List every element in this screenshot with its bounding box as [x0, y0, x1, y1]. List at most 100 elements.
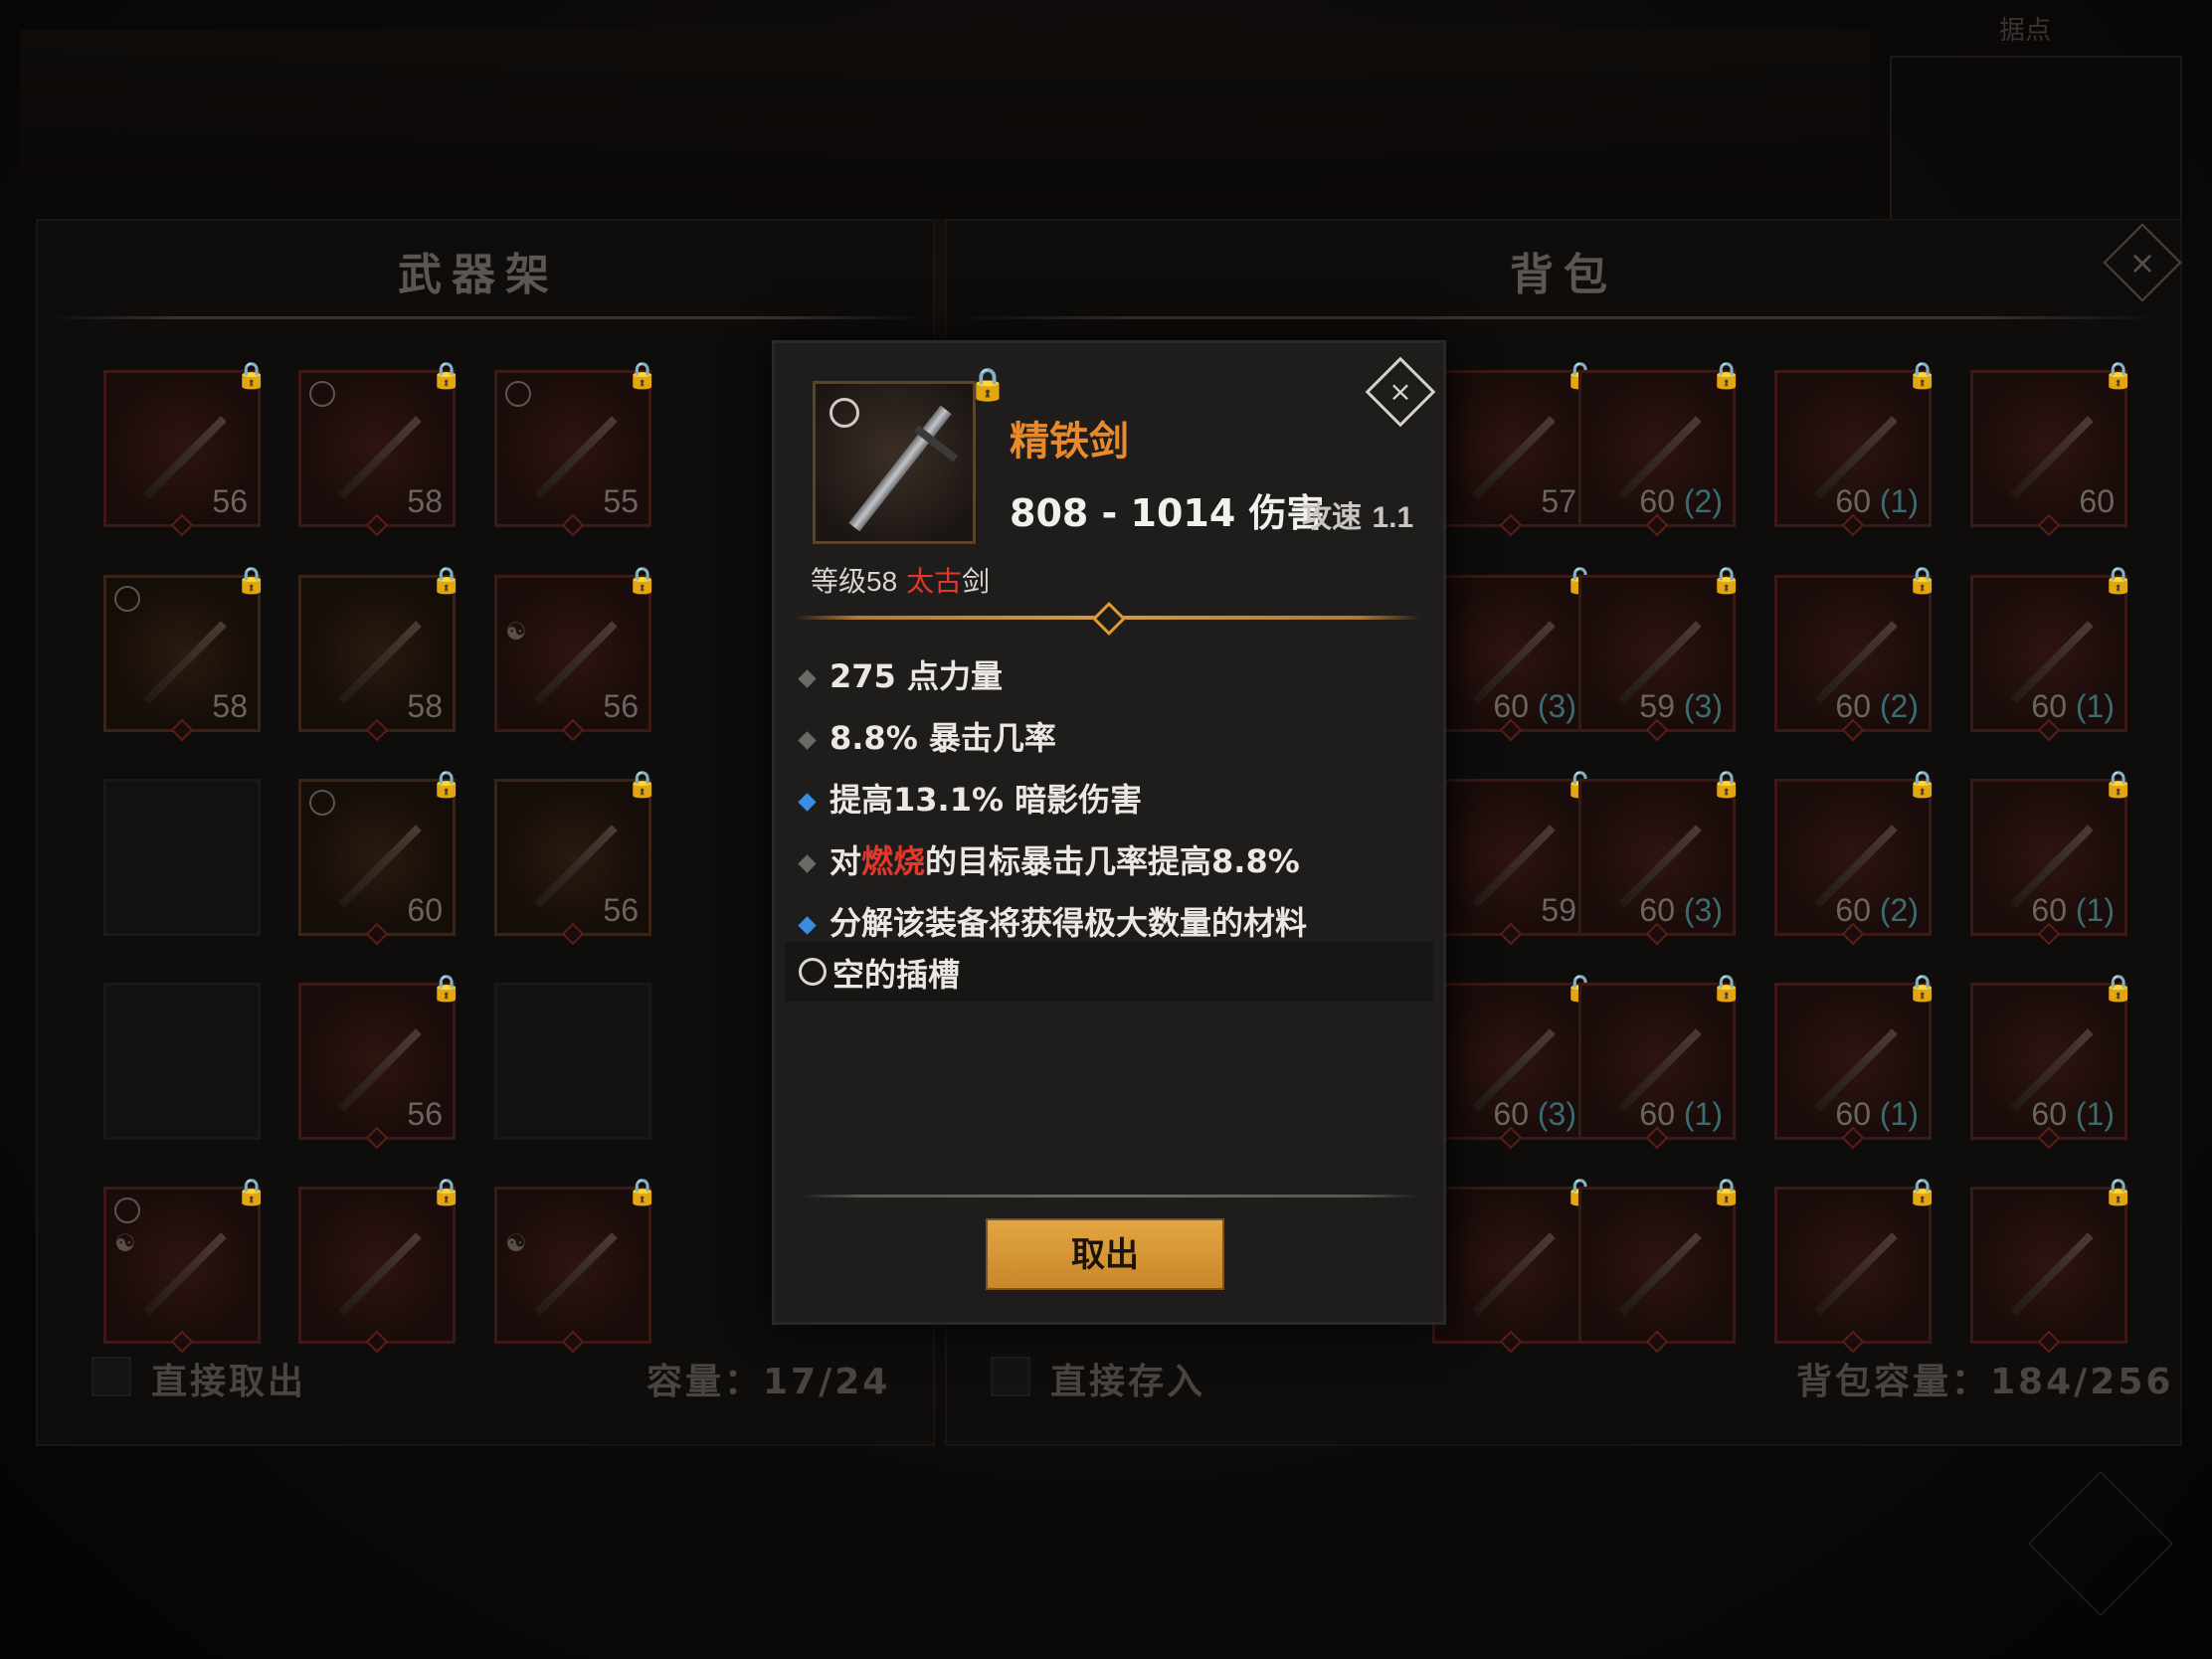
lock-icon[interactable]: 🔒	[2103, 974, 2134, 1004]
level-number: 60	[1493, 1096, 1529, 1132]
stack-count: (2)	[1879, 688, 1919, 724]
backpack-capacity: 背包容量：184/256	[1796, 1362, 2174, 1402]
lock-icon[interactable]: 🔒	[1711, 974, 1743, 1004]
lock-icon[interactable]: 🔒	[1907, 1178, 1938, 1207]
level-number: 59	[1541, 892, 1576, 928]
inventory-slot[interactable]: 🔒 60	[1970, 361, 2134, 537]
lock-icon[interactable]: 🔒	[2103, 566, 2134, 596]
item-level: 60 (1)	[1835, 1096, 1919, 1133]
level-value: 58	[866, 566, 898, 597]
lock-icon[interactable]: 🔒	[431, 361, 462, 391]
inventory-slot[interactable]	[103, 983, 261, 1140]
item-level: 56	[603, 688, 639, 725]
lock-icon[interactable]: 🔒	[1711, 770, 1743, 800]
inventory-slot[interactable]: 🔒 58	[298, 361, 462, 537]
level-number: 58	[212, 688, 248, 724]
inventory-slot[interactable]: 🔒 60 (1)	[1774, 974, 1938, 1150]
diamond-bullet-icon	[798, 668, 817, 688]
item-level: 60 (1)	[2031, 892, 2115, 929]
direct-take-checkbox[interactable]	[92, 1357, 131, 1396]
inventory-slot[interactable]: 🔒 59 (3)	[1578, 566, 1743, 742]
top-scene	[20, 30, 1870, 219]
lock-icon[interactable]: 🔒	[236, 361, 268, 391]
weapon-icon	[2010, 1232, 2094, 1316]
lock-icon[interactable]: 🔒	[1907, 361, 1938, 391]
lock-icon[interactable]: 🔒	[1711, 1178, 1743, 1207]
lock-icon[interactable]: 🔒	[2103, 361, 2134, 391]
lock-icon[interactable]: 🔒	[1711, 361, 1743, 391]
lock-icon[interactable]: 🔒	[236, 566, 268, 596]
lock-icon[interactable]: 🔒	[627, 770, 658, 800]
socket-circle-icon	[830, 398, 859, 428]
lock-icon[interactable]: 🔒	[627, 1178, 658, 1207]
inventory-slot[interactable]: 🔒 60 (1)	[1970, 566, 2134, 742]
inventory-slot[interactable]: 🔒 60 (2)	[1774, 566, 1938, 742]
lock-icon[interactable]: 🔒	[236, 1178, 268, 1207]
inventory-slot[interactable]: 🔒57	[1432, 361, 1596, 537]
inventory-slot[interactable]: 🔒 55	[494, 361, 658, 537]
inventory-slot[interactable]	[494, 983, 651, 1140]
take-out-button[interactable]: 取出	[986, 1218, 1224, 1290]
lock-icon[interactable]: 🔒	[968, 365, 1008, 403]
level-number: 60	[2031, 1096, 2067, 1132]
lock-icon[interactable]: 🔒	[431, 1178, 462, 1207]
stack-count: (2)	[1683, 483, 1723, 519]
inventory-slot[interactable]: 🔒 60	[298, 770, 462, 946]
weapon-icon	[1618, 1232, 1702, 1316]
lock-icon[interactable]: 🔒	[627, 566, 658, 596]
inventory-slot[interactable]: 🔒 60 (1)	[1970, 770, 2134, 946]
item-level: 60 (1)	[2031, 688, 2115, 725]
inventory-slot[interactable]: 🔒59	[1432, 770, 1596, 946]
inventory-slot[interactable]: 🔒 60 (1)	[1774, 361, 1938, 537]
tooltip-close-button[interactable]: ×	[1365, 356, 1436, 428]
level-number: 56	[212, 483, 248, 519]
socket-circle-icon	[114, 586, 140, 612]
item-level: 59	[1541, 892, 1576, 929]
inventory-slot[interactable]: 🔒 60 (2)	[1774, 770, 1938, 946]
inventory-slot[interactable]: 🔒 ☯	[103, 1178, 268, 1354]
inventory-slot[interactable]: 🔒 58	[298, 566, 462, 742]
inventory-slot[interactable]: 🔒 56	[103, 361, 268, 537]
inventory-slot[interactable]: 🔒	[1774, 1178, 1938, 1354]
lock-icon[interactable]: 🔒	[2103, 770, 2134, 800]
yinyang-icon: ☯	[114, 1229, 136, 1257]
lock-icon[interactable]: 🔒	[1907, 974, 1938, 1004]
item-level: 60 (2)	[1639, 483, 1723, 520]
lock-icon[interactable]: 🔒	[1711, 566, 1743, 596]
inventory-slot[interactable]: 🔒 56	[494, 770, 658, 946]
inventory-slot[interactable]: 🔒60 (3)	[1578, 770, 1743, 946]
lock-icon[interactable]: 🔒	[627, 361, 658, 391]
backpack-divider	[955, 316, 2158, 319]
inventory-slot[interactable]: 🔒 60 (1)	[1578, 974, 1743, 1150]
weapon-rack-title: 武器架	[398, 250, 559, 300]
lock-icon[interactable]: 🔒	[1907, 770, 1938, 800]
inventory-slot[interactable]: 🔒	[1970, 1178, 2134, 1354]
inventory-slot[interactable]: 🔒 56	[298, 974, 462, 1150]
item-level: 56	[212, 483, 248, 520]
inventory-slot[interactable]: 🔒	[1432, 1178, 1596, 1354]
direct-store-checkbox[interactable]	[991, 1357, 1030, 1396]
inventory-slot[interactable]	[103, 779, 261, 936]
inventory-slot[interactable]: 🔒 60 (2)	[1578, 361, 1743, 537]
inventory-slot[interactable]: 🔒60 (3)	[1432, 566, 1596, 742]
stack-count: (1)	[1879, 483, 1919, 519]
stack-count: (3)	[1537, 688, 1576, 724]
minimap[interactable]	[1890, 56, 2182, 229]
inventory-slot[interactable]: 🔒 60 (1)	[1970, 974, 2134, 1150]
inventory-slot[interactable]: 🔒 ☯ 56	[494, 566, 658, 742]
level-number: 56	[603, 892, 639, 928]
lock-icon[interactable]: 🔒	[1907, 566, 1938, 596]
inventory-slot[interactable]: 🔒60 (3)	[1432, 974, 1596, 1150]
inventory-slot[interactable]: 🔒 58	[103, 566, 268, 742]
lock-icon[interactable]: 🔒	[431, 566, 462, 596]
lock-icon[interactable]: 🔒	[431, 974, 462, 1004]
category-type: 剑	[962, 565, 991, 598]
level-number: 55	[603, 483, 639, 519]
inventory-slot[interactable]: 🔒	[298, 1178, 462, 1354]
inventory-slot[interactable]: 🔒	[1578, 1178, 1743, 1354]
stat-line: 275 点力量	[798, 651, 1003, 697]
lock-icon[interactable]: 🔒	[431, 770, 462, 800]
inventory-slot[interactable]: 🔒 ☯	[494, 1178, 658, 1354]
lock-icon[interactable]: 🔒	[2103, 1178, 2134, 1207]
level-number: 60	[1835, 1096, 1871, 1132]
